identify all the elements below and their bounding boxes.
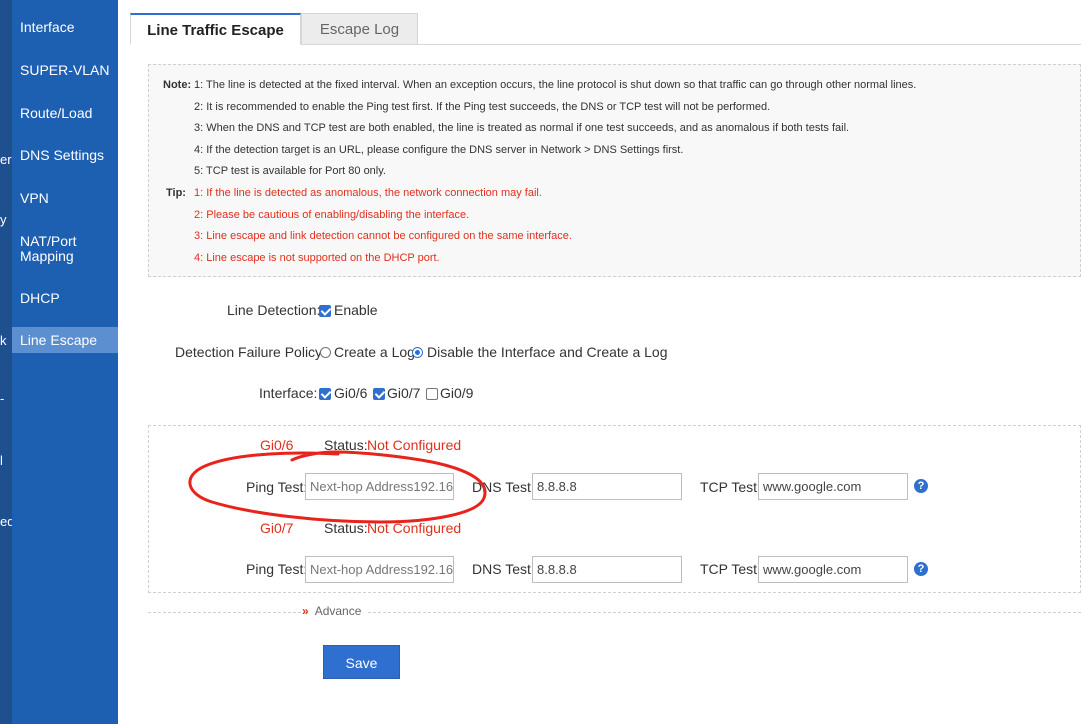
note-label: Note: — [163, 79, 192, 91]
sidebar-item-super-vlan[interactable]: SUPER-VLAN — [12, 63, 118, 78]
sidebar-item-line-escape[interactable]: Line Escape — [12, 327, 118, 353]
outer-nav-fragment[interactable]: - — [0, 391, 4, 406]
line-detection-label: Line Detection: — [227, 302, 321, 318]
tcp-test-label: TCP Test: — [700, 561, 761, 577]
tip-item: 3: Line escape and link detection cannot… — [194, 230, 572, 242]
sidebar: Interface SUPER-VLAN Route/Load DNS Sett… — [12, 0, 118, 724]
tip-label: Tip: — [166, 187, 186, 199]
ping-test-input[interactable]: Next-hop Address192.168 — [305, 556, 454, 583]
interface-name: Gi0/7 — [260, 520, 294, 536]
interface-label: Interface: — [259, 385, 318, 401]
help-icon[interactable]: ? — [914, 562, 928, 576]
help-icon[interactable]: ? — [914, 479, 928, 493]
outer-nav-fragment[interactable]: y — [0, 212, 7, 227]
interface-gi0-6-checkbox[interactable] — [319, 388, 331, 400]
tcp-test-label: TCP Test: — [700, 479, 761, 495]
notes-panel: Note: 1: The line is detected at the fix… — [148, 64, 1081, 277]
interface-gi0-9-label[interactable]: Gi0/9 — [440, 385, 473, 401]
policy-disable-interface-label[interactable]: Disable the Interface and Create a Log — [427, 344, 668, 360]
note-item: 1: The line is detected at the fixed int… — [194, 79, 917, 91]
tab-line-traffic-escape[interactable]: Line Traffic Escape — [130, 13, 301, 45]
ping-test-input[interactable]: Next-hop Address192.168 — [305, 473, 454, 500]
tab-bar: Line Traffic Escape Escape Log — [130, 13, 1081, 45]
status-label: Status: — [324, 520, 368, 536]
sidebar-item-vpn[interactable]: VPN — [12, 191, 118, 206]
outer-nav-strip — [0, 0, 12, 724]
interface-name: Gi0/6 — [260, 437, 294, 453]
tcp-test-input[interactable]: www.google.com — [758, 556, 908, 583]
tip-item: 4: Line escape is not supported on the D… — [194, 252, 440, 264]
status-value: Not Configured — [367, 437, 462, 453]
failure-policy-label: Detection Failure Policy: — [175, 344, 326, 360]
tab-escape-log[interactable]: Escape Log — [301, 13, 418, 45]
status-label: Status: — [324, 437, 368, 453]
advance-divider — [148, 612, 1081, 613]
double-chevron-right-icon: » — [302, 604, 309, 618]
policy-create-log-radio[interactable] — [320, 347, 331, 358]
line-detection-enable-label[interactable]: Enable — [334, 302, 378, 318]
note-item: 2: It is recommended to enable the Ping … — [194, 101, 771, 113]
sidebar-item-route-load[interactable]: Route/Load — [12, 106, 118, 121]
save-button[interactable]: Save — [323, 645, 400, 679]
policy-disable-interface-radio[interactable] — [412, 347, 423, 358]
interface-gi0-6-label[interactable]: Gi0/6 — [334, 385, 367, 401]
ping-test-label: Ping Test: — [246, 561, 308, 577]
sidebar-item-interface[interactable]: Interface — [12, 20, 118, 35]
outer-nav-fragment[interactable]: l — [0, 453, 3, 468]
outer-nav-fragment[interactable]: k — [0, 333, 7, 348]
sidebar-item-nat-port-mapping[interactable]: NAT/Port Mapping — [12, 234, 118, 264]
interface-gi0-7-checkbox[interactable] — [373, 388, 385, 400]
interface-gi0-9-checkbox[interactable] — [426, 388, 438, 400]
policy-create-log-label[interactable]: Create a Log — [334, 344, 415, 360]
advance-label: Advance — [314, 604, 362, 618]
main-content: Line Traffic Escape Escape Log Note: 1: … — [118, 0, 1081, 724]
sidebar-item-dhcp[interactable]: DHCP — [12, 291, 118, 306]
dns-test-input[interactable]: 8.8.8.8 — [532, 473, 682, 500]
sidebar-item-dns-settings[interactable]: DNS Settings — [12, 148, 118, 163]
ping-test-label: Ping Test: — [246, 479, 308, 495]
tip-item: 2: Please be cautious of enabling/disabl… — [194, 209, 470, 221]
dns-test-label: DNS Test: — [472, 561, 535, 577]
note-item: 5: TCP test is available for Port 80 onl… — [194, 165, 386, 177]
status-value: Not Configured — [367, 520, 462, 536]
note-item: 3: When the DNS and TCP test are both en… — [194, 122, 850, 134]
note-item: 4: If the detection target is an URL, pl… — [194, 144, 684, 156]
tip-item: 1: If the line is detected as anomalous,… — [194, 187, 542, 199]
dns-test-input[interactable]: 8.8.8.8 — [532, 556, 682, 583]
outer-nav-fragment[interactable]: er — [0, 152, 12, 167]
advance-toggle[interactable]: » Advance — [302, 604, 368, 618]
interface-gi0-7-label[interactable]: Gi0/7 — [387, 385, 420, 401]
line-detection-enable-checkbox[interactable] — [319, 305, 331, 317]
dns-test-label: DNS Test: — [472, 479, 535, 495]
tcp-test-input[interactable]: www.google.com — [758, 473, 908, 500]
